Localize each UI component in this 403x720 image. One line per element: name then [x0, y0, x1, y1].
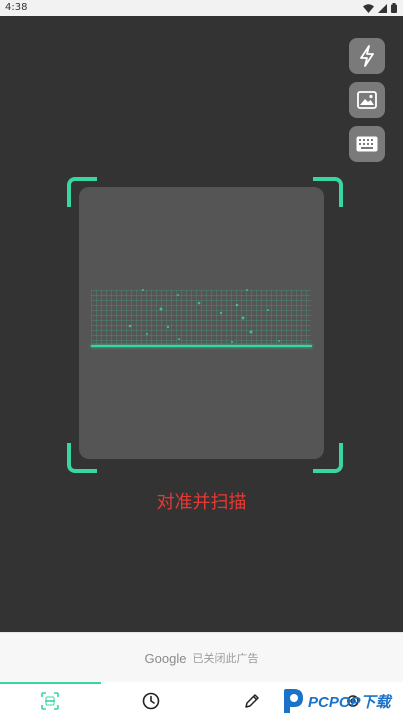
signal-icon: [378, 3, 387, 13]
nav-item-history[interactable]: [101, 682, 202, 720]
status-icons: [363, 3, 397, 13]
image-gallery-icon: [357, 91, 377, 109]
gallery-button[interactable]: [349, 82, 385, 118]
ad-closed-text: 已关闭此广告: [192, 652, 259, 665]
keyboard-icon: [356, 136, 378, 152]
nav-item-scan[interactable]: [0, 682, 101, 720]
scan-window: [79, 187, 324, 459]
create-pencil-icon: [245, 694, 259, 708]
status-bar: 4:38: [0, 0, 403, 16]
flash-icon: [360, 45, 374, 67]
scan-line: [91, 345, 312, 347]
flash-toggle-button[interactable]: [349, 38, 385, 74]
watermark-text: PCPOP下载: [308, 693, 391, 711]
status-time: 4:38: [5, 2, 28, 13]
ad-google-label: Google: [144, 650, 187, 666]
watermark-logo: PCPOP下载: [280, 684, 391, 718]
pcpop-logo-icon: [284, 689, 303, 713]
scan-particles: [128, 289, 280, 343]
scan-icon: [41, 692, 60, 710]
ad-banner[interactable]: Google 已关闭此广告: [0, 632, 403, 683]
history-clock-icon: [142, 692, 160, 710]
wifi-icon: [363, 3, 374, 13]
battery-icon: [391, 3, 397, 13]
scan-hint-text: 对准并扫描: [156, 492, 247, 513]
keyboard-input-button[interactable]: [349, 126, 385, 162]
